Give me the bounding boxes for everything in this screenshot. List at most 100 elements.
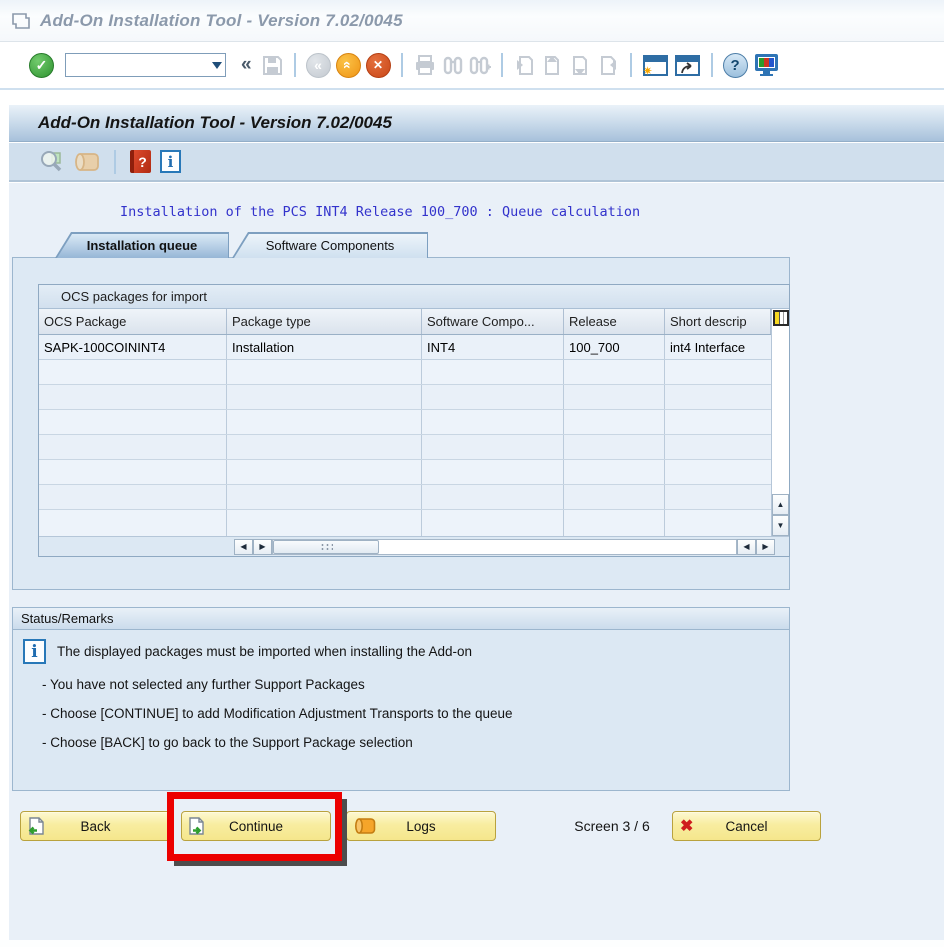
print-icon[interactable] [413,54,437,76]
table-filler-row [39,510,771,536]
table-header-row: OCS Package Package type Software Compo.… [39,309,771,335]
command-input[interactable] [66,54,208,76]
status-remark: - You have not selected any further Supp… [42,677,365,692]
column-header-short-description[interactable]: Short descrip [665,309,771,334]
scroll-left-end-icon[interactable]: ◀ [737,539,756,555]
toolbar-separator [114,150,116,174]
vertical-scrollbar[interactable]: ▲ ▼ [771,309,789,536]
save-icon[interactable] [261,54,284,77]
find-icon[interactable] [442,54,464,76]
cancel-button[interactable]: ✖ Cancel [672,811,821,841]
instruction-text: Installation of the PCS INT4 Release 100… [120,204,640,220]
back-icon[interactable]: « [306,53,331,78]
find-next-icon[interactable] [469,54,491,76]
window-bottom-edge [0,940,944,947]
information-icon[interactable]: i [160,150,181,173]
standard-toolbar: ✓ « « « ✕ [0,42,944,90]
back-page-icon [28,817,44,835]
toolbar-separator [401,53,403,77]
scroll-right-end-icon[interactable]: ▶ [756,539,775,555]
logs-disabled-icon [74,151,100,173]
tab-software-components[interactable]: Software Components [232,232,428,258]
previous-page-icon[interactable] [541,54,564,77]
tab-installation-queue[interactable]: Installation queue [55,232,229,258]
status-panel-title: Status/Remarks [13,608,789,630]
status-remarks-panel: Status/Remarks i The displayed packages … [12,607,790,791]
table-title: OCS packages for import [39,285,789,309]
table-row-empty [39,485,771,510]
ocs-packages-table: OCS packages for import OCS Package Pack… [38,284,790,557]
app-title: Add-On Installation Tool - Version 7.02/… [38,113,392,133]
toolbar-separator [294,53,296,77]
exit-icon[interactable]: « [336,53,361,78]
window-titlebar: Add-On Installation Tool - Version 7.02/… [0,0,944,42]
tab-label: Software Components [266,238,395,253]
table-configuration-icon[interactable] [773,310,789,326]
display-search-icon[interactable] [39,149,65,175]
column-header-ocs-package[interactable]: OCS Package [39,309,227,334]
last-page-icon[interactable] [597,54,620,77]
button-label: Cancel [725,819,767,834]
back-button[interactable]: Back [20,811,171,841]
horizontal-scroll-track[interactable] [272,539,737,555]
status-remark: - Choose [CONTINUE] to add Modification … [42,706,512,721]
scroll-left-icon[interactable]: ◀ [234,539,253,555]
table-row-empty [39,435,771,460]
support-help-book-icon[interactable]: ? [130,150,151,173]
cancel-x-icon: ✖ [680,816,693,836]
enter-icon[interactable]: ✓ [29,53,54,78]
scroll-down-icon[interactable]: ▼ [772,515,789,536]
vertical-scroll-track[interactable] [772,326,789,494]
customize-layout-icon[interactable] [753,53,780,77]
cell-release: 100_700 [564,335,665,359]
table-row-empty [39,460,771,485]
collapse-toolbar-icon[interactable]: « [237,54,256,76]
scroll-right-icon[interactable]: ▶ [253,539,272,555]
table-row-empty [39,360,771,385]
installation-queue-panel: OCS packages for import OCS Package Pack… [12,257,790,590]
first-page-icon[interactable] [513,54,536,77]
toolbar-separator [711,53,713,77]
command-dropdown-icon[interactable] [208,54,225,76]
button-label: Logs [406,819,435,834]
new-session-icon[interactable]: ✷ [642,54,669,77]
help-icon[interactable]: ? [723,53,748,78]
content-area: Installation of the PCS INT4 Release 100… [9,183,944,940]
command-field-wrap [65,53,226,77]
toolbar-separator [501,53,503,77]
horizontal-scrollbar[interactable]: ◀ ▶ ◀ ▶ [39,536,789,556]
logs-button[interactable]: Logs [346,811,496,841]
cell-package-type: Installation [227,335,422,359]
annotation-highlight [167,792,342,861]
cancel-icon[interactable]: ✕ [366,53,391,78]
table-row-empty [39,410,771,435]
column-header-software-component[interactable]: Software Compo... [422,309,564,334]
sap-window-icon [11,12,31,30]
column-header-release[interactable]: Release [564,309,665,334]
star-glyph: ✷ [643,64,653,78]
toolbar-separator [630,53,632,77]
create-shortcut-icon[interactable] [674,54,701,77]
table-row[interactable]: SAPK-100COININT4 Installation INT4 100_7… [39,335,771,360]
app-header: Add-On Installation Tool - Version 7.02/… [9,104,944,142]
info-icon: i [23,639,46,664]
window-title: Add-On Installation Tool - Version 7.02/… [40,11,403,31]
status-remark: - Choose [BACK] to go back to the Suppor… [42,735,413,750]
button-label: Back [80,819,110,834]
hscroll-spacer [39,537,234,556]
scroll-up-icon[interactable]: ▲ [772,494,789,515]
column-header-package-type[interactable]: Package type [227,309,422,334]
cell-short-description: int4 Interface [665,335,771,359]
next-page-icon[interactable] [569,54,592,77]
cell-ocs-package: SAPK-100COININT4 [39,335,227,359]
tab-label: Installation queue [87,238,198,253]
cell-software-component: INT4 [422,335,564,359]
hscroll-spacer [775,537,789,556]
screen-indicator: Screen 3 / 6 [557,811,667,841]
status-info-line: The displayed packages must be imported … [57,644,472,659]
table-empty-rows [39,360,771,510]
logs-scroll-icon [354,817,376,835]
sap-gui-window: Add-On Installation Tool - Version 7.02/… [0,0,944,947]
horizontal-scroll-thumb[interactable] [273,540,379,554]
app-toolbar: ? i [9,143,944,182]
